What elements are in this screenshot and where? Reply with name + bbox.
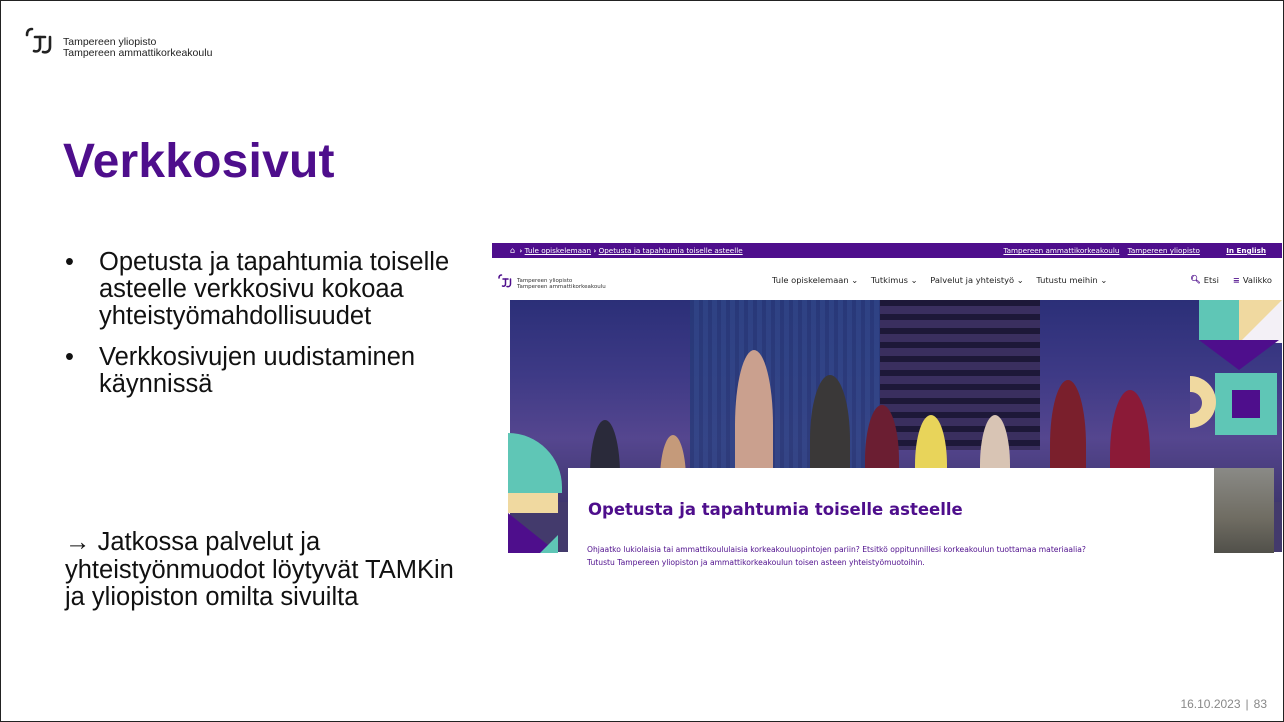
breadcrumb-separator: ›: [593, 246, 597, 255]
utility-bar: ⌂ › Tule opiskelemaan › Opetusta ja tapa…: [492, 243, 1282, 258]
decor-shape: [508, 493, 558, 513]
search-button[interactable]: Etsi: [1204, 275, 1219, 285]
building-photo: [1212, 468, 1274, 553]
nav-item-tule-opiskelemaan[interactable]: Tule opiskelemaan ⌄: [772, 275, 858, 285]
page-heading: Opetusta ja tapahtumia toiselle asteelle: [588, 500, 963, 519]
nav-menu: Tule opiskelemaan ⌄ Tutkimus ⌄ Palvelut …: [772, 275, 1117, 285]
intro-line-1: Ohjaatko lukiolaisia tai ammattikoululai…: [587, 545, 1086, 554]
nav-item-palvelut[interactable]: Palvelut ja yhteistyö ⌄: [930, 275, 1024, 285]
presentation-slide: Tampereen yliopisto Tampereen ammattikor…: [0, 0, 1284, 722]
bullet-dot: •: [65, 343, 74, 371]
home-icon[interactable]: ⌂: [510, 246, 515, 255]
language-link[interactable]: In English: [1226, 246, 1266, 255]
decor-shape: [1239, 300, 1282, 343]
university-logo: Tampereen yliopisto Tampereen ammattikor…: [23, 21, 213, 59]
breadcrumb-separator: ›: [519, 246, 523, 255]
breadcrumb-link[interactable]: Tule opiskelemaan: [525, 246, 591, 255]
slide-date: 16.10.2023: [1180, 697, 1241, 711]
tuni-logo-icon: [25, 27, 52, 54]
top-links: Tampereen ammattikorkeakoulu Tampereen y…: [997, 243, 1266, 258]
breadcrumb: ⌂ › Tule opiskelemaan › Opetusta ja tapa…: [510, 243, 743, 258]
conclusion-body: Jatkossa palvelut ja yhteistyönmuodot lö…: [65, 528, 454, 611]
nav-actions: 🔍︎ Etsi ≡ Valikko: [1190, 274, 1272, 285]
bullet-item: • Opetusta ja tapahtumia toiselle asteel…: [65, 249, 465, 330]
website-screenshot: ⌂ › Tule opiskelemaan › Opetusta ja tapa…: [492, 243, 1282, 593]
building-left: [690, 300, 880, 470]
decor-shape: [1199, 300, 1239, 340]
main-navigation: Tampereen yliopisto Tampereen ammattikor…: [492, 258, 1282, 306]
slide-footer: 16.10.2023 | 83: [1180, 697, 1267, 711]
decor-shape: [1232, 390, 1260, 418]
university-link[interactable]: Tampereen yliopisto: [1128, 246, 1200, 255]
site-logo-line-2: Tampereen ammattikorkeakoulu: [517, 284, 606, 290]
breadcrumb-link[interactable]: Opetusta ja tapahtumia toiselle asteelle: [599, 246, 743, 255]
menu-button[interactable]: Valikko: [1243, 275, 1272, 285]
footer-separator: |: [1245, 697, 1249, 711]
decor-shape: [1199, 340, 1279, 370]
nav-item-tutkimus[interactable]: Tutkimus ⌄: [871, 275, 918, 285]
tuni-logo-icon: [498, 274, 512, 288]
slide-title: Verkkosivut: [63, 135, 335, 188]
bullet-dot: •: [65, 248, 74, 276]
logo-line-2: Tampereen ammattikorkeakoulu: [63, 47, 213, 59]
building-right: [880, 300, 1040, 450]
content-card: Opetusta ja tapahtumia toiselle asteelle…: [568, 468, 1214, 593]
hamburger-menu-icon[interactable]: ≡: [1233, 275, 1240, 285]
tamk-link[interactable]: Tampereen ammattikorkeakoulu: [1003, 246, 1119, 255]
intro-text: Ohjaatko lukiolaisia tai ammattikoululai…: [587, 543, 1217, 569]
bullet-item: • Verkkosivujen uudistaminen käynnissä: [65, 344, 465, 398]
intro-line-2: Tutustu Tampereen yliopiston ja ammattik…: [587, 558, 925, 567]
site-logo[interactable]: Tampereen yliopisto Tampereen ammattikor…: [497, 271, 606, 290]
search-icon[interactable]: 🔍︎: [1190, 274, 1201, 285]
page-number: 83: [1253, 697, 1267, 711]
decor-shape: [540, 535, 558, 553]
conclusion-text: → Jatkossa palvelut ja yhteistyönmuodot …: [65, 528, 465, 612]
arrow-icon: →: [65, 528, 91, 556]
bullet-text: Opetusta ja tapahtumia toiselle asteelle…: [99, 248, 450, 330]
bullet-text: Verkkosivujen uudistaminen käynnissä: [99, 343, 416, 398]
bullet-list: • Opetusta ja tapahtumia toiselle asteel…: [65, 249, 465, 412]
nav-item-tutustu[interactable]: Tutustu meihin ⌄: [1036, 275, 1107, 285]
